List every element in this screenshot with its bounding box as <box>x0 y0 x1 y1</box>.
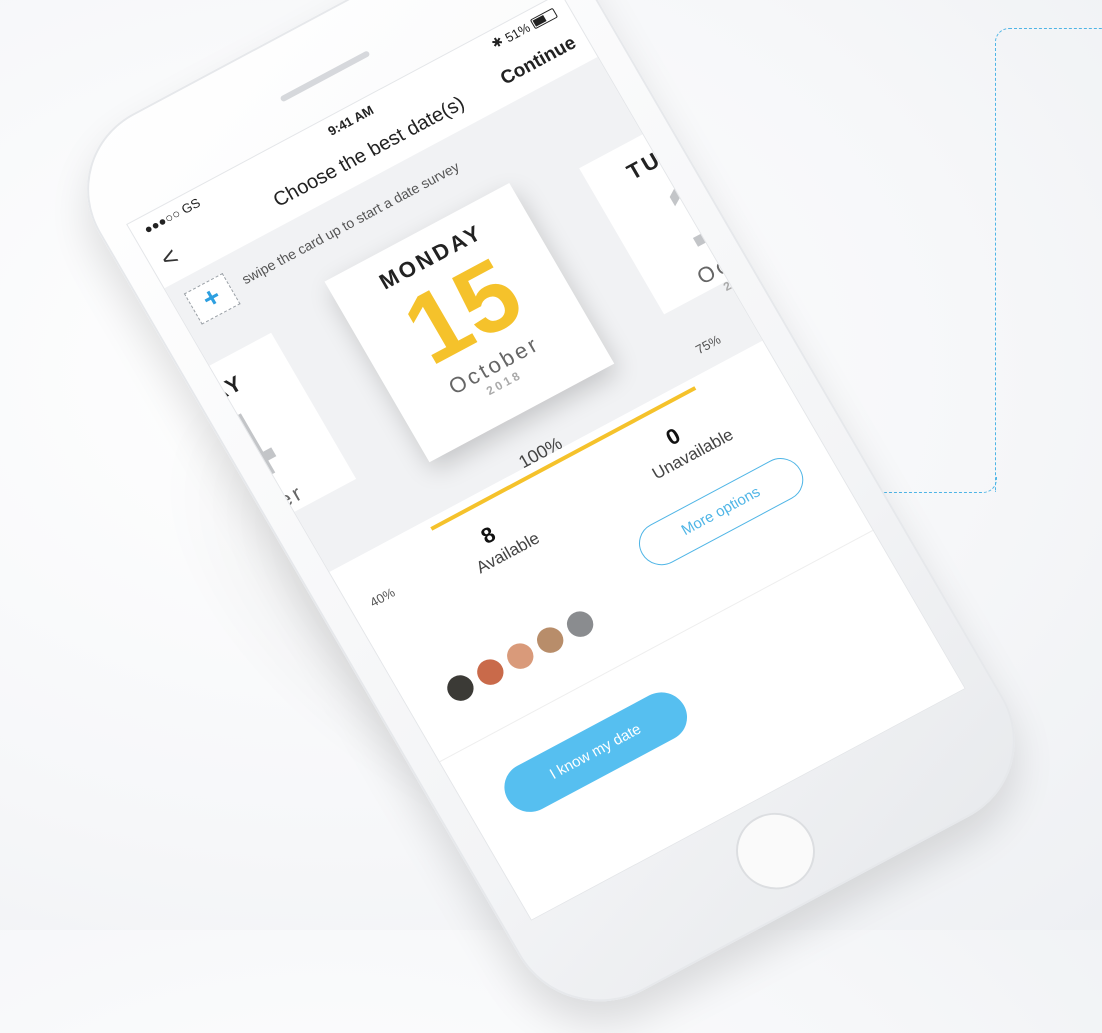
date-card-selected[interactable]: MONDAY 15 October 2018 <box>324 182 615 463</box>
date-card-next[interactable]: TUESD 1 Octob 2018 <box>579 88 814 315</box>
available-count: 8 <box>476 521 500 549</box>
percent-left: 40% <box>367 584 398 610</box>
unavailable-count: 0 <box>661 422 685 451</box>
add-date-button[interactable]: + <box>183 273 241 325</box>
unavailable-label: Unavailable <box>648 425 737 484</box>
battery-icon <box>529 7 558 29</box>
home-button[interactable] <box>721 799 830 904</box>
app-screen: ●●●○○ GS 9:41 AM ✱ 51% < Choose the best… <box>126 0 966 921</box>
phone-speaker <box>279 50 371 103</box>
annotation-connector <box>995 28 1102 492</box>
